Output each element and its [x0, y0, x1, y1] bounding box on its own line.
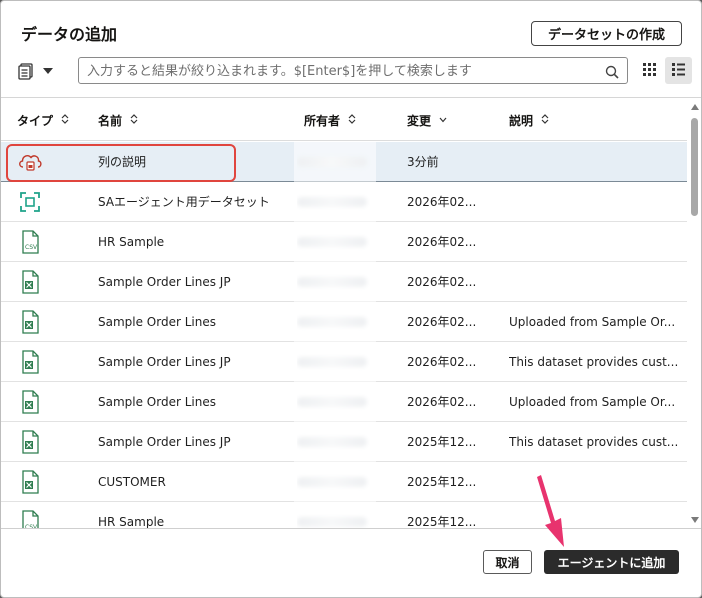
dataset-modified: 3分前	[407, 155, 439, 169]
dataset-modified: 2025年12...	[407, 475, 477, 489]
sort-icon	[348, 114, 356, 127]
dataset-owner	[297, 462, 375, 501]
dataset-modified: 2025年12...	[407, 515, 477, 528]
dataset-name: HR Sample	[98, 234, 165, 249]
add-to-agent-button[interactable]: エージェントに追加	[544, 550, 679, 574]
vertical-scrollbar[interactable]	[687, 98, 701, 528]
search-icon[interactable]	[605, 64, 619, 83]
caret-down-icon	[43, 68, 53, 74]
dataset-name: Sample Order Lines	[98, 314, 216, 329]
csv-file-icon: CSV	[17, 222, 43, 261]
table-row[interactable]: CUSTOMER 2025年12...	[1, 462, 687, 502]
excel-file-icon	[17, 422, 43, 461]
csv-file-icon: CSV	[17, 502, 43, 528]
dataset-modified: 2026年02...	[407, 235, 477, 249]
dataset-name: HR Sample	[98, 514, 165, 529]
dataset-modified: 2026年02...	[407, 355, 477, 369]
cancel-button[interactable]: 取消	[483, 550, 532, 574]
dataset-modified: 2026年02...	[407, 395, 477, 409]
search-box	[78, 57, 628, 84]
dataset-modified: 2026年02...	[407, 195, 477, 209]
table-header: タイプ 名前 所有者 変更 説明	[1, 98, 687, 141]
list-view-toggle[interactable]	[665, 57, 692, 84]
sort-icon	[541, 114, 549, 127]
subject-area-icon	[17, 182, 43, 221]
dataset-name: Sample Order Lines JP	[98, 434, 231, 449]
dataset-modified: 2026年02...	[407, 315, 477, 329]
table-row[interactable]: 列の説明 3分前	[1, 142, 687, 182]
dataset-description: This dataset provides cust...	[509, 434, 679, 449]
dataset-name: Sample Order Lines	[98, 394, 216, 409]
table-row[interactable]: Sample Order Lines 2026年02... Uploaded f…	[1, 302, 687, 342]
grid-view-toggle[interactable]	[637, 58, 661, 82]
dataset-owner	[297, 502, 375, 528]
column-header-type[interactable]: タイプ	[17, 112, 69, 129]
dataset-owner	[297, 382, 375, 421]
column-header-description[interactable]: 説明	[509, 112, 549, 129]
table-row[interactable]: CSV HR Sample 2025年12...	[1, 502, 687, 528]
dataset-description	[509, 262, 679, 301]
dataset-owner	[297, 182, 375, 221]
scroll-up-icon[interactable]	[691, 104, 699, 110]
dataset-owner	[297, 142, 375, 181]
list-view-icon	[672, 61, 685, 80]
column-header-name[interactable]: 名前	[98, 112, 138, 129]
dataset-description	[509, 502, 679, 528]
add-data-dialog: データの追加 データセットの作成 入力すると結果が絞り込まれます。$[Enter…	[0, 0, 702, 598]
dataset-name: 列の説明	[98, 155, 147, 169]
dataset-description: Uploaded from Sample Or...	[509, 314, 676, 329]
column-header-owner[interactable]: 所有者	[304, 112, 356, 129]
dataset-modified: 2025年12...	[407, 435, 477, 449]
dataset-owner	[297, 342, 375, 381]
excel-file-icon	[17, 302, 43, 341]
table-row[interactable]: SAエージェント用データセット 2026年02...	[1, 182, 687, 222]
table-row[interactable]: Sample Order Lines JP 2026年02...	[1, 262, 687, 302]
cloud-dataset-icon	[17, 142, 43, 181]
dataset-description	[509, 222, 679, 261]
table-row[interactable]: Sample Order Lines 2026年02... Uploaded f…	[1, 382, 687, 422]
dataset-owner	[297, 302, 375, 341]
dataset-name: CUSTOMER	[98, 474, 166, 489]
dialog-title: データの追加	[21, 25, 118, 44]
source-picker[interactable]	[17, 59, 57, 83]
sort-icon	[130, 114, 138, 127]
dataset-description	[509, 182, 679, 221]
scroll-down-icon[interactable]	[691, 517, 699, 523]
table-row[interactable]: CSV HR Sample 2026年02...	[1, 222, 687, 262]
dataset-owner	[297, 262, 375, 301]
dataset-modified: 2026年02...	[407, 275, 477, 289]
dataset-name: Sample Order Lines JP	[98, 274, 231, 289]
excel-file-icon	[17, 342, 43, 381]
excel-file-icon	[17, 262, 43, 301]
dataset-list: 列の説明 3分前 SAエージェント用データセット 2026年02... CSV …	[1, 142, 687, 528]
dataset-name: SAエージェント用データセット	[98, 195, 270, 209]
create-dataset-button[interactable]: データセットの作成	[531, 21, 682, 46]
dataset-owner	[297, 222, 375, 261]
table-row[interactable]: Sample Order Lines JP 2025年12... This da…	[1, 422, 687, 462]
footer-divider	[1, 528, 701, 529]
grid-view-icon	[642, 61, 656, 80]
table-row[interactable]: Sample Order Lines JP 2026年02... This da…	[1, 342, 687, 382]
dataset-name: Sample Order Lines JP	[98, 354, 231, 369]
dataset-owner	[297, 422, 375, 461]
dataset-description: Uploaded from Sample Or...	[509, 394, 676, 409]
column-header-modified[interactable]: 変更	[407, 112, 447, 129]
dataset-description: This dataset provides cust...	[509, 354, 679, 369]
sort-descending-icon	[439, 115, 447, 126]
database-icon	[17, 62, 35, 80]
sort-icon	[61, 114, 69, 127]
excel-file-icon	[17, 462, 43, 501]
scroll-thumb[interactable]	[691, 118, 698, 216]
dataset-description	[509, 462, 679, 501]
svg-text:CSV: CSV	[25, 244, 38, 251]
search-input[interactable]	[87, 61, 597, 81]
dataset-description	[509, 142, 679, 181]
excel-file-icon	[17, 382, 43, 421]
